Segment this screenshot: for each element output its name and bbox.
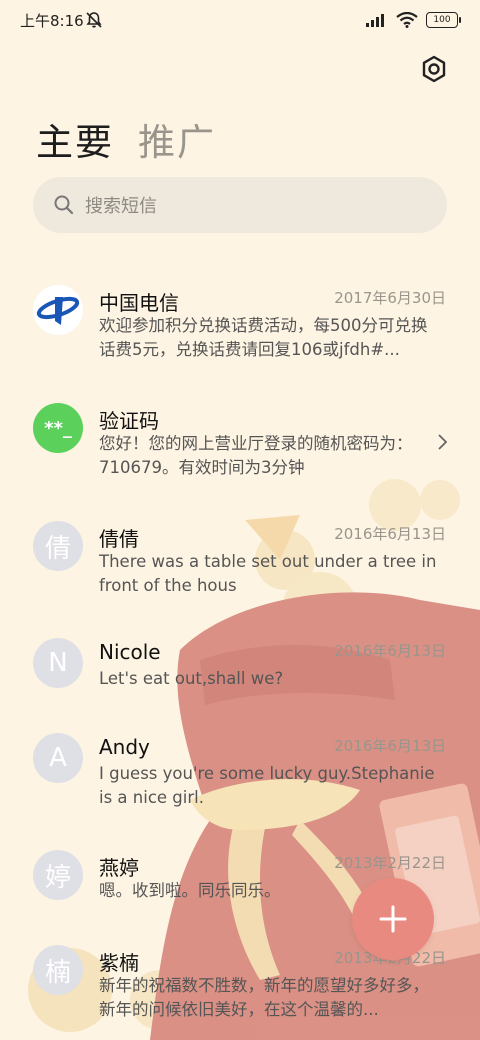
battery-level: 100: [433, 15, 451, 25]
signal-strength-icon: [366, 14, 384, 27]
avatar-letter: N: [48, 648, 68, 678]
message-category-tabs: 主要 推广: [36, 112, 216, 166]
conversation-name: 倩倩: [99, 527, 139, 551]
wifi-icon: [396, 12, 418, 28]
conversation-name: 燕婷: [99, 856, 139, 880]
search-icon: [54, 195, 74, 215]
conversation-name: 紫楠: [99, 951, 139, 975]
search-bar[interactable]: 搜索短信: [33, 177, 447, 233]
conversation-date: 2017年6月30日: [334, 289, 446, 307]
avatar-text: **_: [44, 417, 72, 439]
conversation-date: 2016年6月13日: [334, 737, 446, 755]
notifications-muted-icon: [86, 12, 102, 28]
settings-hexagon-icon[interactable]: [418, 53, 450, 85]
battery-icon: 100: [426, 12, 461, 28]
conversation-name: Andy: [99, 735, 150, 759]
conversation-preview: 欢迎参加积分兑换话费活动，每500分可兑换话费5元，兑换话费请回复106或jfd…: [99, 316, 428, 359]
conversation-preview: 新年的祝福数不胜数，新年的愿望好多好多，新年的问候依旧美好，在这个温馨的...: [99, 976, 429, 1019]
status-bar: 上午8:16 100: [0, 0, 480, 40]
search-placeholder: 搜索短信: [85, 196, 157, 217]
avatar-letter: 婷: [44, 862, 71, 893]
tab-primary[interactable]: 主要: [36, 112, 114, 166]
contact-avatar: 倩: [33, 521, 83, 571]
plus-icon: [379, 905, 407, 933]
conversation-name: Nicole: [99, 640, 161, 664]
contact-avatar: A: [33, 733, 83, 783]
china-telecom-logo-icon: [33, 285, 83, 335]
conversation-name: 验证码: [99, 409, 159, 433]
contact-avatar: N: [33, 638, 83, 688]
new-message-button[interactable]: [352, 878, 434, 960]
contact-avatar: 婷: [33, 850, 83, 900]
conversation-preview: I guess you're some lucky guy.Stephanie …: [99, 764, 435, 807]
china-telecom-logo-avatar: [33, 285, 83, 335]
status-time: 上午8:16: [20, 12, 84, 30]
conversation-preview: 您好！您的网上营业厅登录的随机密码为：710679。有效时间为3分钟: [99, 434, 413, 477]
tab-promotions[interactable]: 推广: [138, 112, 216, 166]
avatar-letter: A: [49, 743, 67, 773]
conversation-preview: Let's eat out,shall we?: [99, 669, 284, 688]
avatar-letter: 倩: [44, 533, 71, 564]
conversation-date: 2013年2月22日: [334, 854, 446, 872]
verification-code-avatar: **_: [33, 403, 83, 453]
chevron-right-icon[interactable]: [436, 433, 448, 451]
avatar-letter: 楠: [44, 957, 71, 988]
conversation-name: 中国电信: [99, 291, 179, 315]
conversation-preview: There was a table set out under a tree i…: [99, 552, 437, 595]
conversation-date: 2016年6月13日: [334, 642, 446, 660]
conversation-date: 2016年6月13日: [334, 525, 446, 543]
contact-avatar: 楠: [33, 945, 83, 995]
